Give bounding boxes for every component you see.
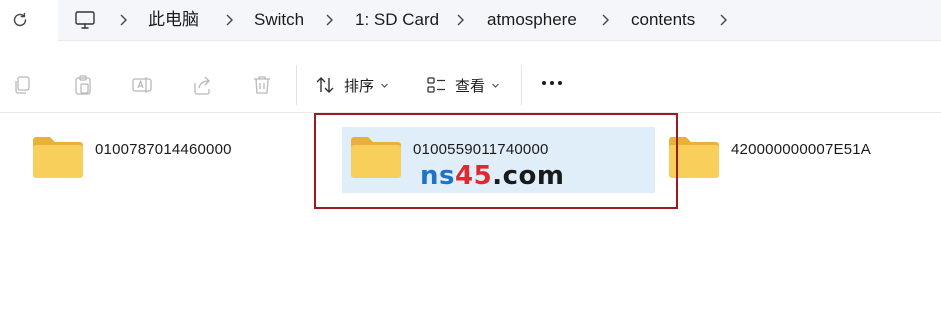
breadcrumb-this-pc[interactable]: 此电脑 — [148, 10, 199, 30]
sort-label: 排序 — [344, 77, 375, 95]
paste-icon[interactable] — [72, 74, 94, 96]
folder-name[interactable]: 420000000007E51A — [731, 141, 871, 158]
view-button[interactable]: 查看 — [425, 73, 500, 97]
sort-icon — [316, 77, 334, 93]
annotation-highlight-box — [314, 113, 678, 209]
share-icon[interactable] — [191, 74, 213, 96]
folder-icon[interactable] — [31, 134, 85, 180]
address-bar[interactable]: 此电脑 Switch 1: SD Card atmosphere content… — [58, 0, 941, 41]
toolbar-separator — [296, 65, 297, 105]
delete-icon[interactable] — [251, 74, 273, 96]
copy-icon[interactable] — [11, 74, 33, 96]
chevron-right-icon[interactable] — [224, 13, 234, 27]
rename-icon[interactable] — [131, 74, 153, 96]
chevron-right-icon[interactable] — [600, 13, 610, 27]
file-list: 0100787014460000 0100559011740000 420000… — [0, 113, 941, 325]
more-dot-icon — [550, 81, 554, 85]
chevron-right-icon[interactable] — [455, 13, 465, 27]
more-dot-icon — [558, 81, 562, 85]
breadcrumb-atmosphere[interactable]: atmosphere — [487, 10, 577, 30]
breadcrumb-contents[interactable]: contents — [631, 10, 695, 30]
refresh-button[interactable] — [8, 8, 32, 32]
view-icon — [427, 77, 445, 93]
breadcrumb-sd-card[interactable]: 1: SD Card — [355, 10, 439, 30]
address-row: 此电脑 Switch 1: SD Card atmosphere content… — [0, 0, 941, 41]
more-dot-icon — [542, 81, 546, 85]
chevron-right-icon[interactable] — [118, 13, 128, 27]
view-label: 查看 — [455, 77, 486, 95]
chevron-right-icon[interactable] — [324, 13, 334, 27]
chevron-down-icon — [381, 83, 388, 88]
sort-button[interactable]: 排序 — [314, 73, 389, 97]
folder-name[interactable]: 0100787014460000 — [95, 141, 232, 158]
toolbar-separator — [521, 65, 522, 105]
breadcrumb-switch[interactable]: Switch — [254, 10, 304, 30]
chevron-right-icon[interactable] — [718, 13, 728, 27]
this-pc-icon[interactable] — [74, 9, 96, 31]
more-options-button[interactable] — [542, 81, 566, 89]
command-bar: 排序 查看 — [0, 41, 941, 113]
refresh-icon — [13, 12, 27, 27]
chevron-down-icon — [492, 83, 499, 88]
